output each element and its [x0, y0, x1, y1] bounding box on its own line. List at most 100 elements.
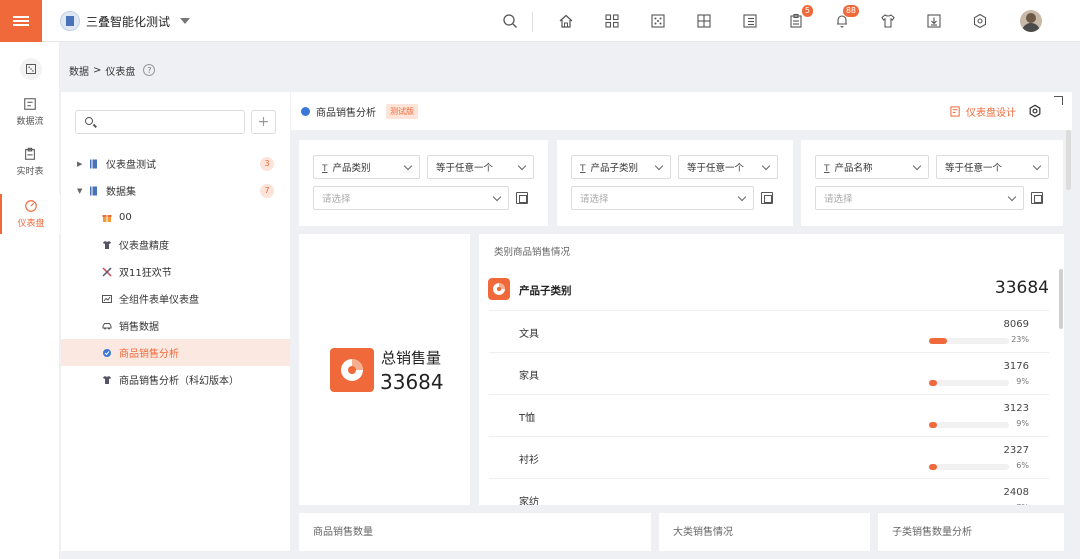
- home-icon[interactable]: [556, 11, 576, 31]
- tasks-badge: 5: [801, 5, 813, 17]
- dashboard-design-button[interactable]: 仪表盘设计: [950, 103, 1016, 119]
- search-icon: [85, 117, 93, 125]
- tree-search-input[interactable]: [75, 110, 245, 134]
- tree-label: 商品销售分析: [119, 349, 179, 360]
- kpi-label: 总销售量: [381, 349, 442, 367]
- filter-value-placeholder: 请选择: [322, 194, 351, 205]
- collapse-arrow-icon[interactable]: ▼: [77, 187, 85, 195]
- filter-value-placeholder: 请选择: [580, 194, 609, 205]
- form-chart-icon: [102, 294, 112, 303]
- rail-item-realtime[interactable]: 实时表: [0, 142, 60, 182]
- tree-item[interactable]: 仪表盘精度: [61, 231, 290, 258]
- search-icon[interactable]: [500, 11, 520, 31]
- add-button[interactable]: +: [251, 110, 276, 134]
- rail-item-dashboard[interactable]: 仪表盘: [0, 194, 60, 234]
- workspace-switcher[interactable]: 三叠智能化测试: [60, 10, 191, 32]
- tree-item[interactable]: 销售数据: [61, 312, 290, 339]
- tree-label: 数据集: [106, 187, 136, 198]
- pie-chart-icon: [330, 348, 374, 392]
- copy-icon[interactable]: [516, 192, 528, 204]
- tree-label: 商品销售分析（科幻版本）: [119, 376, 239, 387]
- bottom-card-category-sales: 大类销售情况: [659, 513, 870, 551]
- tree-item-selected[interactable]: 商品销售分析: [61, 339, 290, 366]
- filter-operator-select[interactable]: 等于任意一个: [678, 155, 778, 179]
- hexagon-settings-icon[interactable]: [970, 11, 990, 31]
- rail-item-dataflow[interactable]: 数据流: [0, 92, 60, 132]
- chevron-down-icon: [492, 192, 502, 201]
- filter-field-select[interactable]: T 产品子类别: [571, 155, 671, 179]
- expand-arrow-icon[interactable]: ▶: [77, 160, 85, 168]
- workspace-name: 三叠智能化测试: [86, 14, 171, 29]
- filter-field-label: 产品类别: [332, 163, 371, 174]
- progress-track: [929, 464, 1009, 470]
- rail-dice-icon[interactable]: [20, 58, 42, 80]
- task-clipboard-icon[interactable]: 5: [786, 5, 813, 31]
- category-name: T恤: [519, 413, 536, 424]
- category-row: 家具 3176 9%: [489, 352, 1049, 394]
- progress-fill: [929, 380, 937, 386]
- filter-card-subcategory: T 产品子类别 等于任意一个 请选择: [557, 140, 793, 226]
- grid-apps-icon[interactable]: [602, 11, 622, 31]
- category-row: T恤 3123 9%: [489, 394, 1049, 436]
- breadcrumb-root[interactable]: 数据: [69, 63, 89, 78]
- category-percent: 23%: [1011, 335, 1029, 344]
- car-icon: [102, 322, 112, 329]
- dice-icon[interactable]: [648, 11, 668, 31]
- filter-value-select[interactable]: 请选择: [815, 186, 1024, 210]
- category-value: 2327: [1003, 445, 1029, 456]
- tree-label: 双11狂欢节: [119, 268, 172, 279]
- copy-icon[interactable]: [1031, 192, 1043, 204]
- shirt-icon: [103, 375, 111, 384]
- shirt-icon: [103, 240, 111, 249]
- dashboard-gauge-icon: [25, 200, 37, 212]
- filter-card-product-name: T 产品名称 等于任意一个 请选择: [801, 140, 1063, 226]
- tree-item[interactable]: 00: [61, 204, 290, 231]
- filter-field-select[interactable]: T 产品类别: [313, 155, 420, 179]
- hamburger-menu-button[interactable]: [0, 0, 42, 42]
- tree-folder[interactable]: ▶ 仪表盘测试 3: [61, 150, 290, 177]
- breadcrumb-separator: >: [93, 64, 102, 76]
- gear-icon[interactable]: [1028, 104, 1042, 118]
- filter-operator-select[interactable]: 等于任意一个: [936, 155, 1049, 179]
- user-avatar[interactable]: [1020, 10, 1042, 32]
- copy-icon[interactable]: [761, 192, 773, 204]
- tshirt-icon[interactable]: [878, 11, 898, 31]
- tree-item[interactable]: 双11狂欢节: [61, 258, 290, 285]
- page-scrollbar[interactable]: [1066, 130, 1071, 190]
- category-percent: 9%: [1016, 419, 1029, 428]
- help-icon[interactable]: ?: [143, 64, 156, 76]
- download-icon[interactable]: [924, 11, 944, 31]
- toolbar-divider: [532, 12, 533, 32]
- card-title: 子类销售数量分析: [892, 527, 972, 538]
- checklist-icon[interactable]: [740, 11, 760, 31]
- edit-icon: [950, 105, 960, 117]
- progress-track: [929, 422, 1009, 428]
- category-sales-card: 类别商品销售情况 产品子类别 33684 文具 8069 23% 家具 3176 9% T恤…: [479, 234, 1064, 505]
- chevron-down-icon: [654, 161, 664, 170]
- dataflow-icon: [24, 98, 36, 110]
- card-scrollbar[interactable]: [1059, 269, 1063, 329]
- filter-value-select[interactable]: 请选择: [571, 186, 754, 210]
- tree-folder[interactable]: ▼ 数据集 7: [61, 177, 290, 204]
- filter-value-select[interactable]: 请选择: [313, 186, 509, 210]
- subcategory-total: 33684: [994, 278, 1049, 298]
- chevron-down-icon: [761, 161, 771, 170]
- filter-field-select[interactable]: T 产品名称: [815, 155, 929, 179]
- layout-icon[interactable]: [694, 11, 714, 31]
- kpi-value: 33684: [380, 370, 444, 394]
- bottom-card-subcategory-analysis: 子类销售数量分析: [878, 513, 1064, 551]
- filter-operator-label: 等于任意一个: [687, 163, 745, 174]
- corner-expand-icon[interactable]: [1054, 96, 1063, 105]
- count-badge: 7: [260, 183, 274, 198]
- progress-track: [929, 338, 1009, 344]
- folder-book-icon: [90, 186, 97, 195]
- category-row: 文具 8069 23%: [489, 310, 1049, 352]
- realtime-table-icon: [25, 147, 35, 160]
- rail-item-label: 数据流: [16, 117, 44, 127]
- tree-item[interactable]: 全组件表单仪表盘: [61, 285, 290, 312]
- filter-operator-select[interactable]: 等于任意一个: [427, 155, 534, 179]
- tree-item[interactable]: 商品销售分析（科幻版本）: [61, 366, 290, 393]
- progress-fill: [929, 464, 937, 470]
- bell-icon[interactable]: 88: [832, 5, 859, 31]
- progress-fill: [929, 338, 948, 344]
